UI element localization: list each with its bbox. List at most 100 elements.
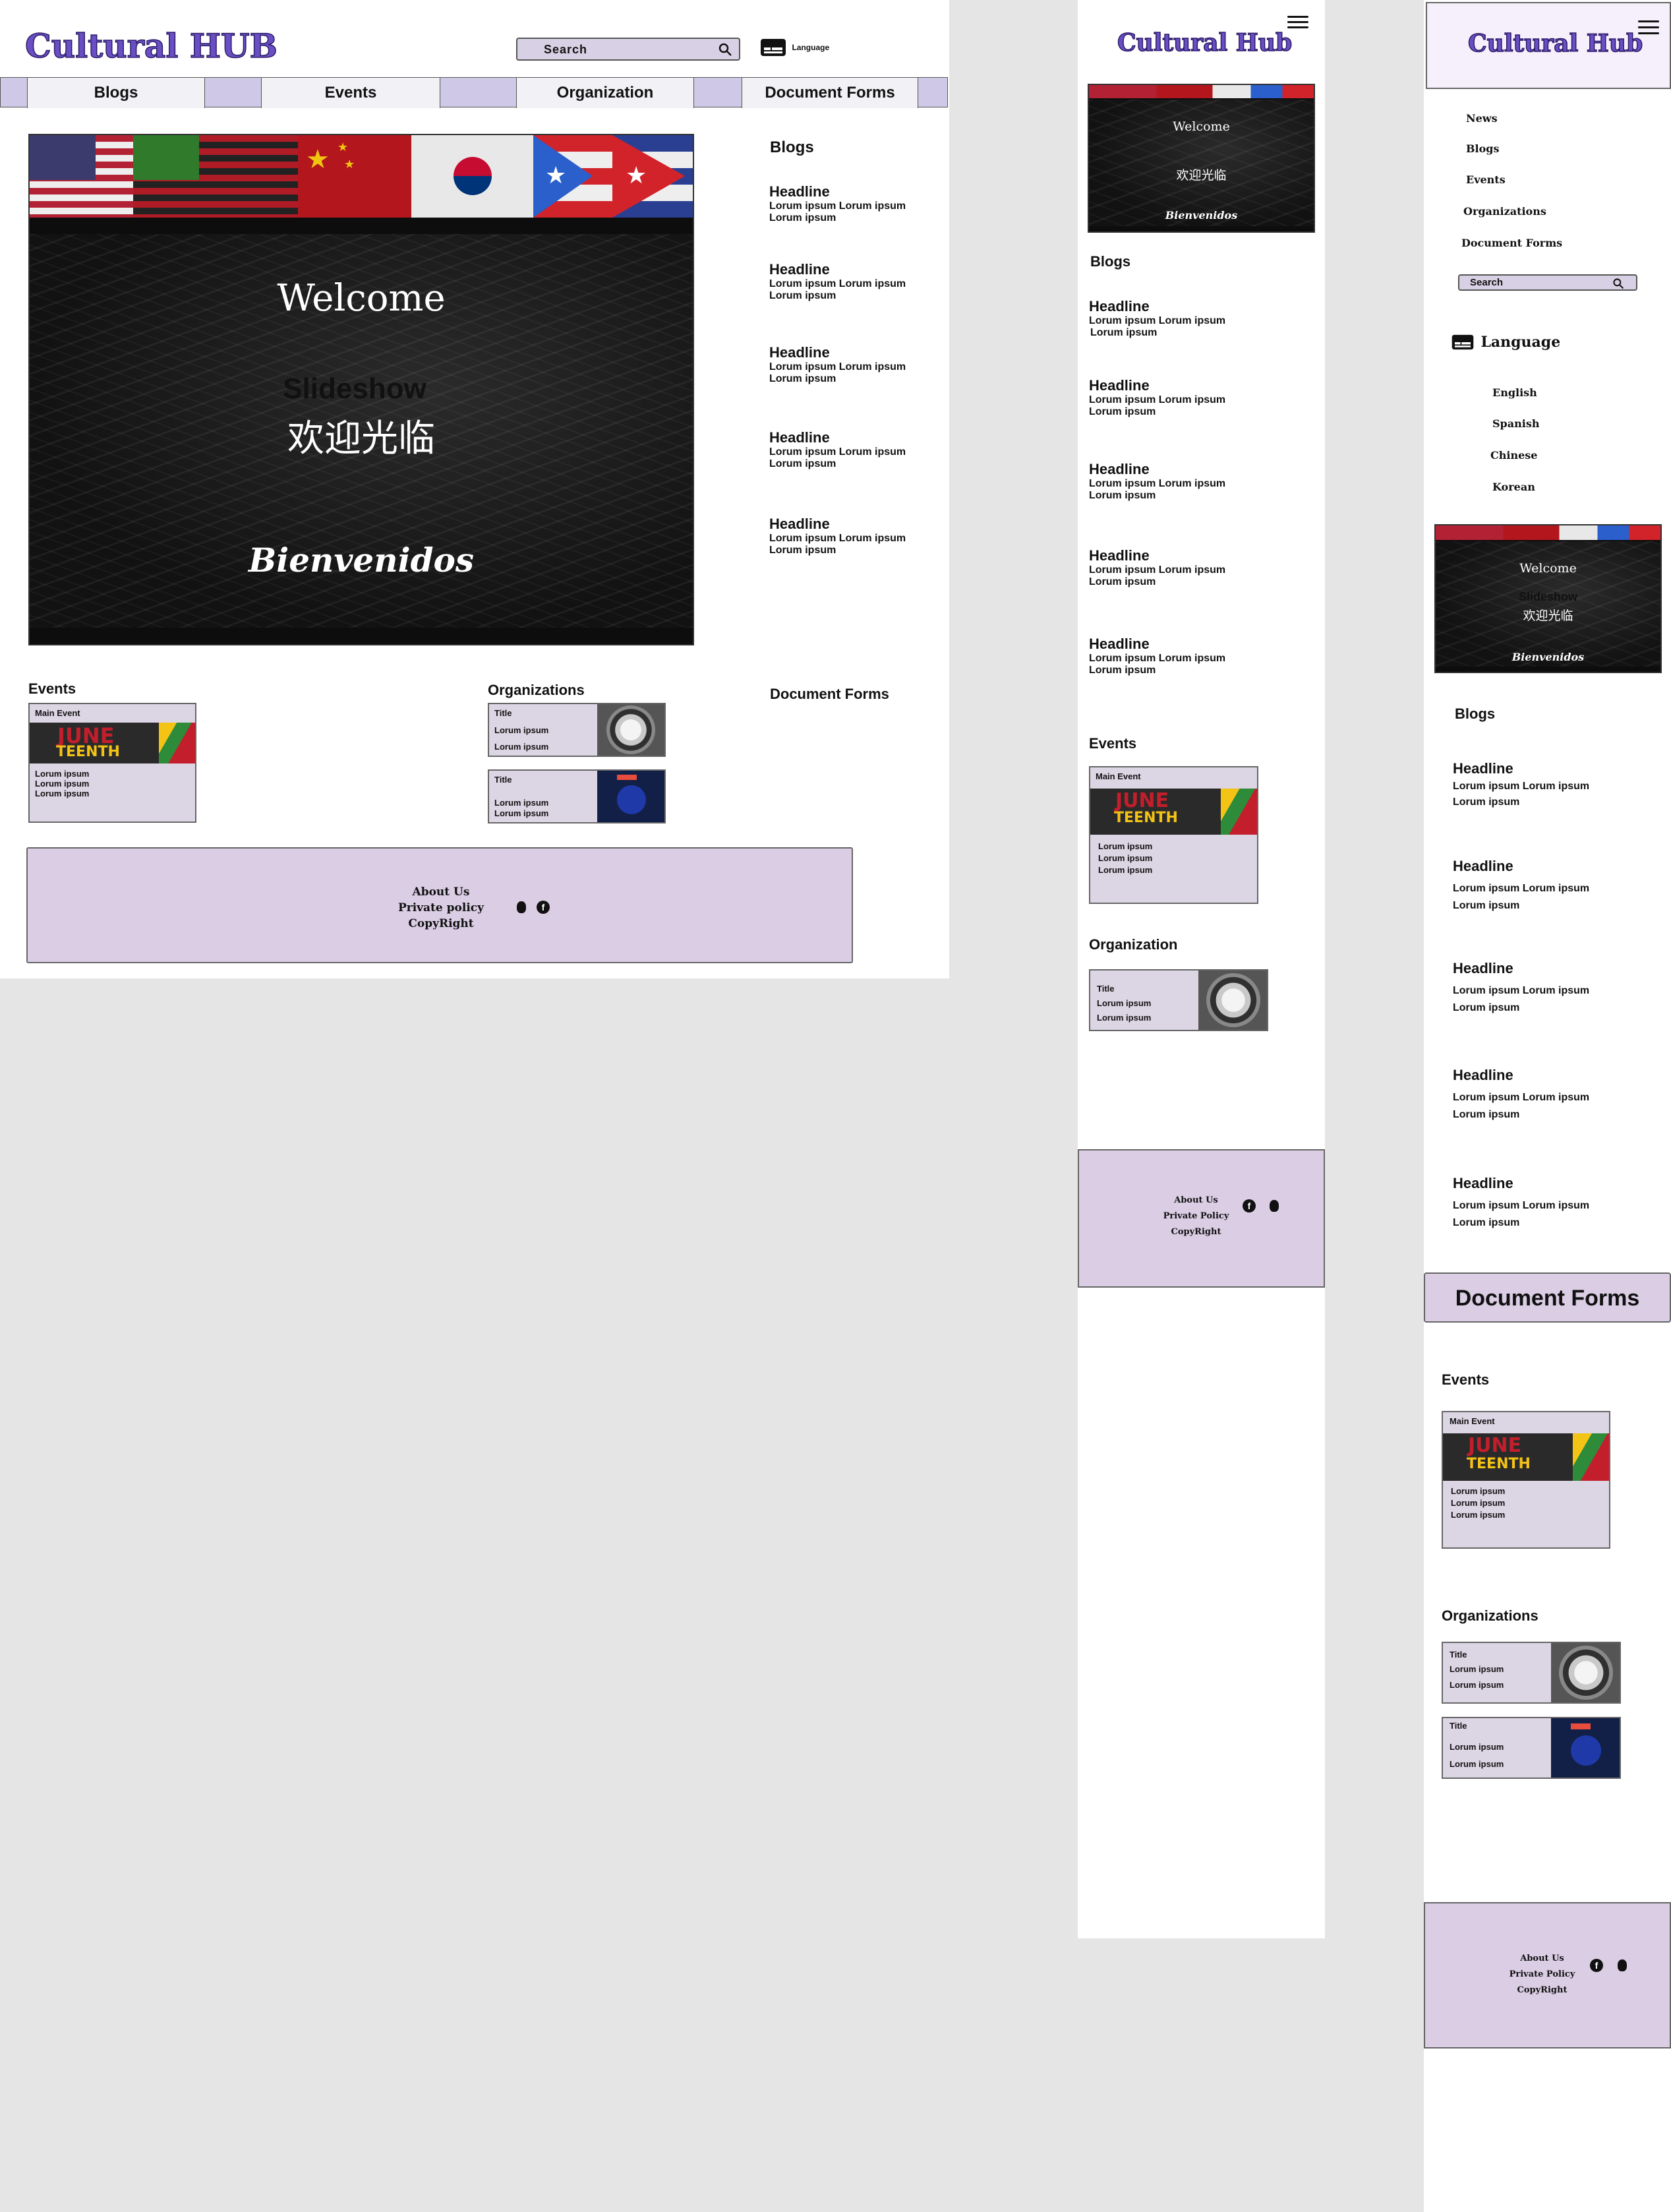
search-icon[interactable] [1612,278,1624,289]
github-icon[interactable] [1618,1959,1627,1971]
site-logo[interactable]: Cultural Hub [1117,28,1293,57]
hero-slideshow-label: Slideshow [1518,590,1577,603]
nav-organization[interactable]: Organization [516,78,694,108]
org-text: Lorum ipsum [494,725,549,735]
blog-headline: Headline [1453,858,1513,874]
search-input[interactable]: Search [516,38,740,61]
language-selector[interactable]: Language [1450,334,1560,351]
june-text: JUNE [1115,789,1169,812]
blog-item[interactable]: Headline Lorum ipsum Lorum ipsum Lorum i… [1453,1175,1664,1241]
organizations-title: Organizations [1442,1607,1539,1624]
nav-blogs[interactable]: Blogs [27,78,205,108]
org-card[interactable]: Title Lorum ipsum Lorum ipsum [1442,1642,1621,1704]
menu-item-events[interactable]: Events [1466,173,1506,186]
site-logo[interactable]: Cultural Hub [1467,29,1643,58]
facebook-icon[interactable]: f [537,901,550,914]
blog-text: Lorum ipsum [769,458,836,469]
events-title: Events [1442,1371,1490,1388]
flag-banner [1436,525,1660,540]
hero-slideshow[interactable]: Welcome Slideshow 欢迎光临 Bienvenidos [1434,524,1662,673]
blog-text: Lorum ipsum [769,373,836,384]
footer-about[interactable]: About Us [28,885,854,899]
github-icon[interactable] [517,901,526,913]
menu-item-blogs[interactable]: Blogs [1466,142,1499,155]
blog-item[interactable]: Headline Lorum ipsum Lorum ipsum Lorum i… [1089,636,1313,695]
menu-item-news[interactable]: News [1466,112,1498,125]
language-option-chinese[interactable]: Chinese [1490,449,1537,462]
blog-text: Lorum ipsum [1089,406,1156,417]
search-icon[interactable] [718,42,732,57]
flag-banner: ★ ★ ★ ★ ★ [30,135,693,218]
june-text: JUNE [1468,1434,1522,1457]
blog-item[interactable]: Headline Lorum ipsum Lorum ipsum Lorum i… [1089,377,1313,461]
event-text: Lorum ipsum [1451,1486,1506,1496]
juneteenth-banner: JUNE TEENTH [1090,789,1257,835]
event-text: Lorum ipsum [1098,841,1153,851]
blog-item[interactable]: Headline Lorum ipsum Lorum ipsum Lorum i… [769,516,941,568]
menu-header: Cultural Hub [1426,2,1671,89]
main-event-card[interactable]: Main Event JUNE TEENTH Lorum ipsum Lorum… [1442,1411,1610,1549]
menu-icon[interactable] [1638,20,1659,34]
footer-copyright[interactable]: CopyRight [28,917,854,930]
footer: About Us Private Policy CopyRight f [1078,1149,1325,1288]
tablet-frame: Cultural Hub Welcome 欢迎光临 Bienvenidos Bl… [1078,0,1325,1938]
blog-text: Lorum ipsum Lorum ipsum [1089,564,1226,576]
blog-item[interactable]: Headline Lorum ipsum Lorum ipsum Lorum i… [769,183,941,261]
footer: About Us Private Policy CopyRight f [1424,1902,1671,2048]
footer-privacy[interactable]: Private Policy [1079,1211,1313,1221]
facebook-icon[interactable]: f [1590,1959,1603,1972]
org-title: Title [494,775,512,785]
blog-item[interactable]: Headline Lorum ipsum Lorum ipsum Lorum i… [769,429,941,516]
blog-item[interactable]: Headline Lorum ipsum Lorum ipsum Lorum i… [1453,858,1664,960]
language-option-korean[interactable]: Korean [1492,481,1535,493]
blog-text: Lorum ipsum [769,545,836,556]
blog-headline: Headline [1453,960,1513,976]
blog-item[interactable]: Headline Lorum ipsum Lorum ipsum Lorum i… [1089,547,1313,636]
facebook-icon[interactable]: f [1243,1199,1256,1212]
events-title: Events [1089,735,1137,752]
blog-item[interactable]: Headline Lorum ipsum Lorum ipsum Lorum i… [1089,298,1313,377]
org-text: Lorum ipsum [1450,1664,1504,1674]
language-option-english[interactable]: English [1492,386,1537,399]
main-event-card[interactable]: Main Event JUNE TEENTH Lorum ipsum Lorum… [28,703,196,823]
org-text: Lorum ipsum [1450,1759,1504,1769]
naacp-logo [1198,971,1267,1030]
main-event-card[interactable]: Main Event JUNE TEENTH Lorum ipsum Lorum… [1089,766,1258,904]
hero-spanish: Bienvenidos [1165,209,1238,222]
search-input[interactable]: Search [1458,274,1637,291]
menu-item-document-forms[interactable]: Document Forms [1461,237,1562,249]
org-card[interactable]: Title Lorum ipsum Lorum ipsum [1442,1717,1621,1779]
menu-icon[interactable] [1287,16,1308,28]
juneteenth-banner: JUNE TEENTH [1443,1433,1609,1481]
org-card[interactable]: Title Lorum ipsum Lorum ipsum [488,769,666,823]
footer-privacy[interactable]: Private policy [28,901,854,914]
flag-banner [1089,85,1314,98]
blog-item[interactable]: Headline Lorum ipsum Lorum ipsum Lorum i… [1089,461,1313,547]
hero-slideshow[interactable]: Welcome 欢迎光临 Bienvenidos [1088,84,1315,233]
document-forms-title[interactable]: Document Forms [770,686,889,703]
blog-text: Lorum ipsum Lorum ipsum [769,278,906,289]
language-option-spanish[interactable]: Spanish [1492,417,1539,430]
language-selector[interactable]: Language [760,38,829,57]
github-icon[interactable] [1270,1200,1279,1212]
main-event-label: Main Event [35,708,80,718]
site-logo[interactable]: Cultural HUB [24,26,278,66]
blog-item[interactable]: Headline Lorum ipsum Lorum ipsum Lorum i… [1453,960,1664,1067]
org-card[interactable]: Title Lorum ipsum Lorum ipsum [488,703,666,757]
footer-copyright[interactable]: CopyRight [1425,1985,1659,1995]
hero-slideshow[interactable]: ★ ★ ★ ★ ★ Welcome Slideshow 欢迎光临 Bienven… [28,134,694,645]
document-forms-button[interactable]: Document Forms [1424,1272,1671,1323]
teenth-text: TEENTH [1467,1456,1531,1472]
footer-copyright[interactable]: CopyRight [1079,1227,1313,1237]
menu-item-organizations[interactable]: Organizations [1463,205,1546,218]
blog-item[interactable]: Headline Lorum ipsum Lorum ipsum Lorum i… [1453,1067,1664,1175]
blog-headline: Headline [769,429,830,446]
blog-item[interactable]: Headline Lorum ipsum Lorum ipsum Lorum i… [769,261,941,344]
nav-events[interactable]: Events [261,78,440,108]
org-card[interactable]: Title Lorum ipsum Lorum ipsum [1089,969,1268,1031]
blog-item[interactable]: Headline Lorum ipsum Lorum ipsum Lorum i… [1453,760,1664,858]
org-text: Lorum ipsum [1097,1013,1152,1023]
blog-item[interactable]: Headline Lorum ipsum Lorum ipsum Lorum i… [769,344,941,429]
flag-cuba: ★ [612,135,693,218]
nav-document-forms[interactable]: Document Forms [742,78,918,108]
